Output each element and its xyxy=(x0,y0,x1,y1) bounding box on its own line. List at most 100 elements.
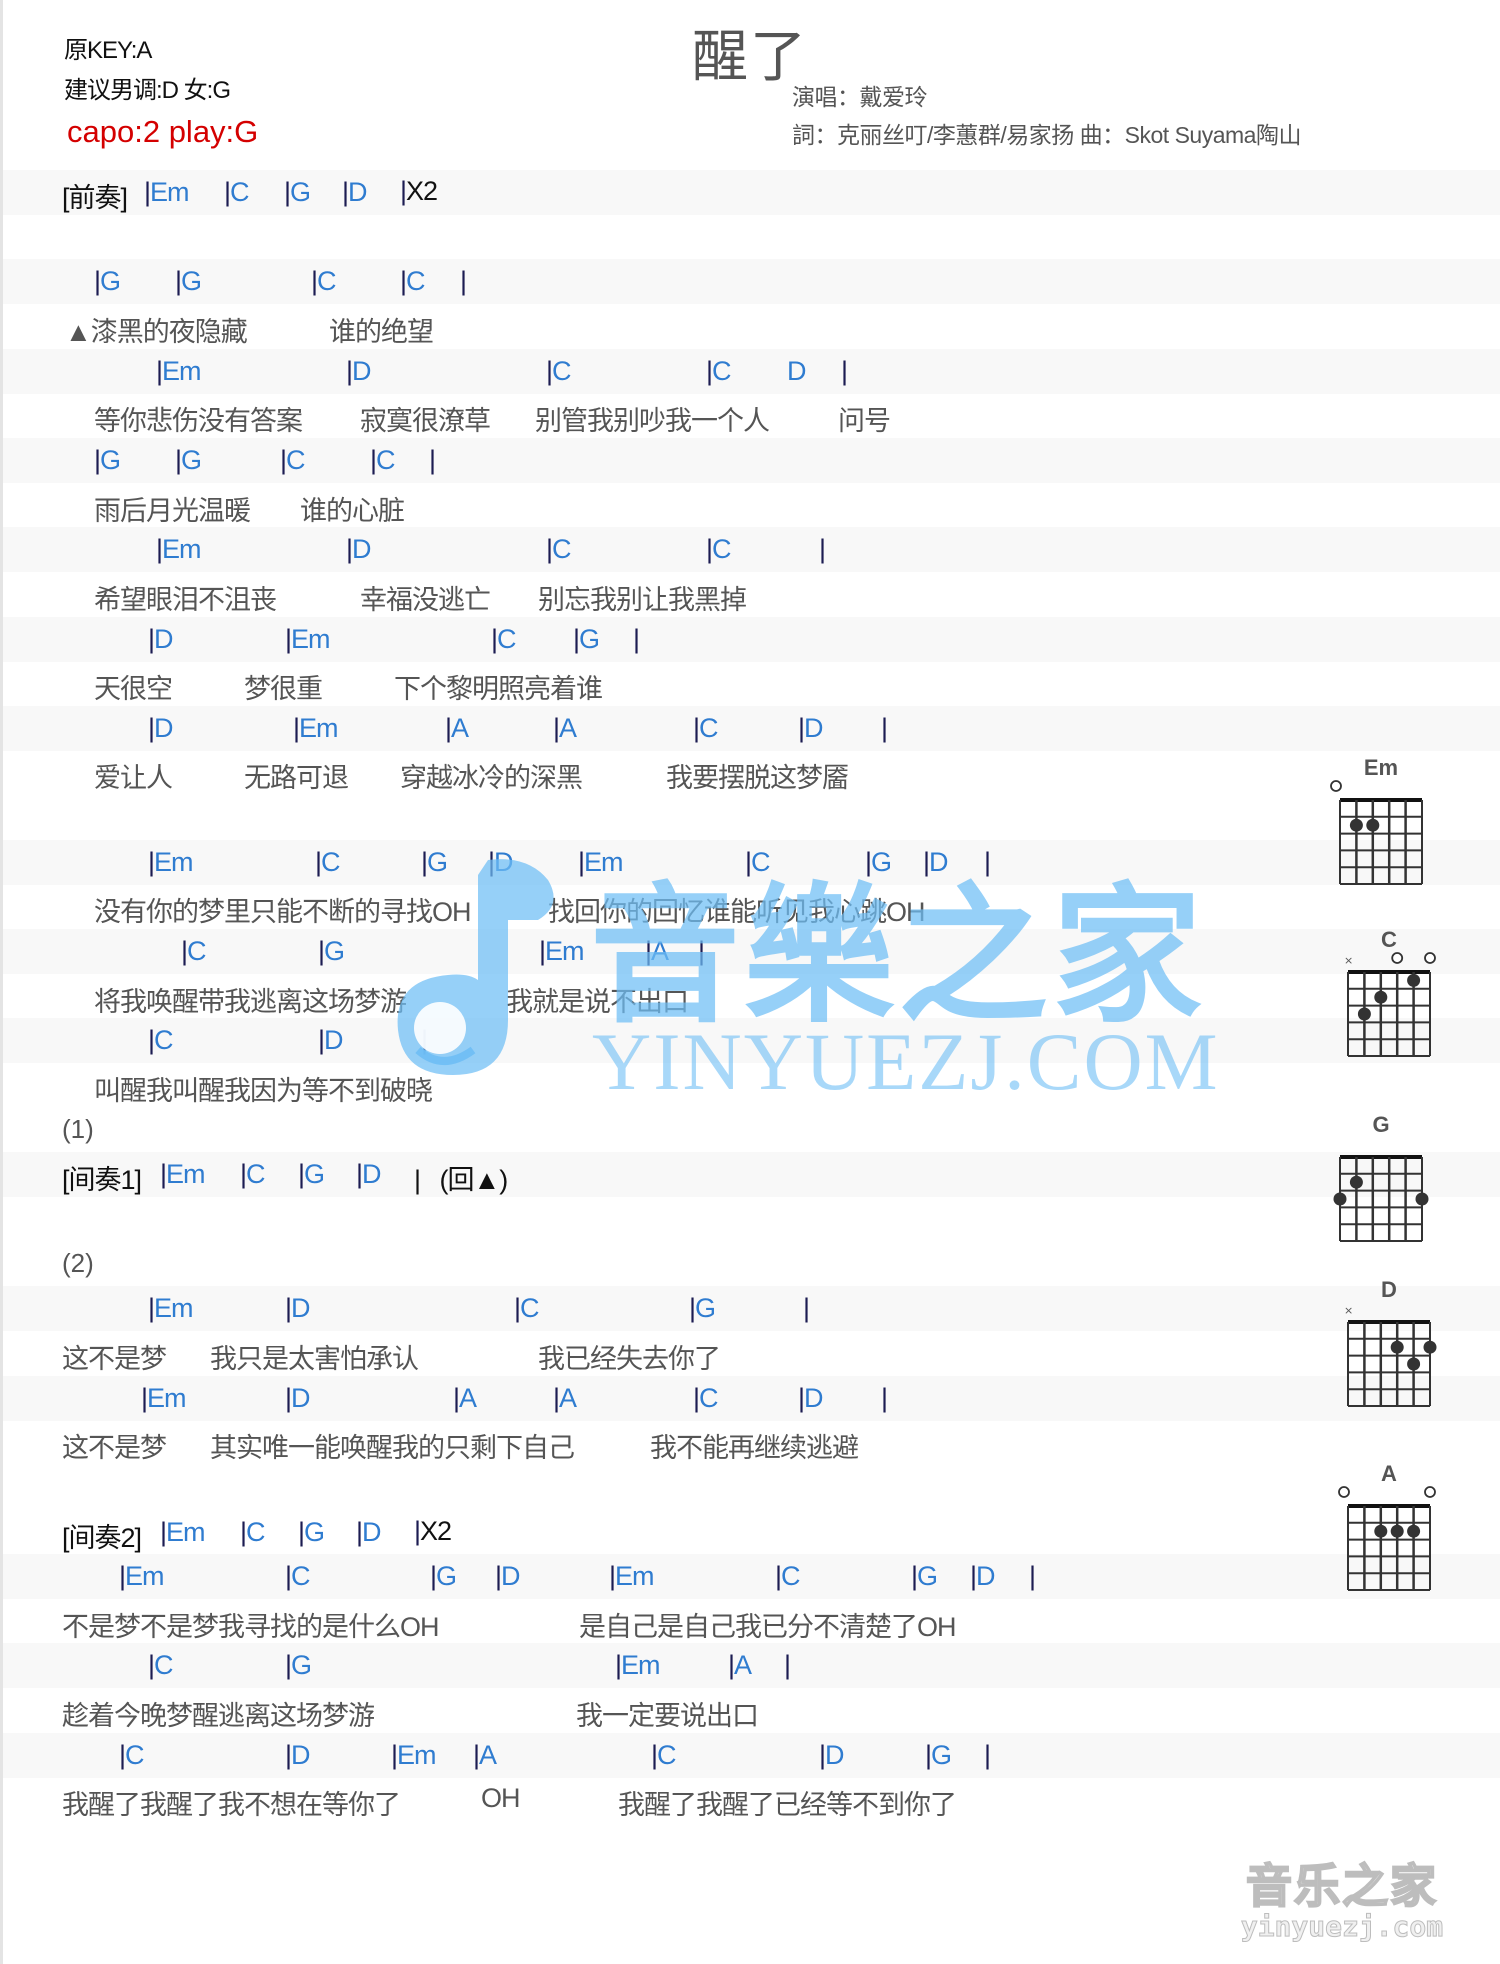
chord-d: |D xyxy=(342,177,367,208)
bar-line-end: | xyxy=(633,623,641,654)
finger-dot xyxy=(1374,990,1388,1004)
lyric-segment: 这不是梦 xyxy=(62,1343,167,1374)
bar-line-end: | xyxy=(803,1293,811,1324)
singer: 演唱：戴爱玲 xyxy=(792,84,928,110)
chord-d: |D xyxy=(346,534,371,565)
chord-name: A xyxy=(559,712,577,743)
chord-em: |Em xyxy=(160,1159,206,1190)
corner-logo: 音乐之家 yinyuezj.com xyxy=(1212,1850,1472,1944)
chord-name: Em xyxy=(299,712,338,743)
chord-name: C xyxy=(154,1025,173,1056)
chord-name: G xyxy=(436,1561,457,1592)
chord-a: |A xyxy=(445,713,469,744)
chord-name: C xyxy=(552,355,571,386)
chord-g: |G xyxy=(284,177,311,208)
finger-dot xyxy=(1333,1192,1347,1206)
lyric-segment: 谁的心脏 xyxy=(300,495,405,526)
finger-dot xyxy=(1349,1175,1363,1189)
chord-name: C xyxy=(552,534,571,565)
watermark-en: YINYUEZJ.COM xyxy=(592,1016,1220,1107)
chord-g: |G xyxy=(298,1159,325,1190)
chord-name: Em xyxy=(162,534,201,565)
chord-em: |Em xyxy=(285,623,331,655)
suggested-key: 建议男调:D 女:G xyxy=(64,77,231,104)
chord-c: |C xyxy=(240,1517,265,1548)
chord-em: |Em xyxy=(148,846,194,878)
lyric-segment: 梦很重 xyxy=(244,674,323,705)
bar-line-end: | xyxy=(429,444,437,475)
lyric-segment: 寂寞很潦草 xyxy=(360,406,491,437)
chord-name: Em xyxy=(615,1561,654,1592)
chord-a: |A xyxy=(453,1383,477,1414)
chord-d: |D xyxy=(798,1383,823,1414)
chord-g: |G xyxy=(94,266,121,297)
chord-name: Em xyxy=(291,623,330,654)
section-label: [间奏1] xyxy=(62,1165,142,1196)
chord-name: D xyxy=(494,846,513,877)
chord-name: D xyxy=(362,1159,381,1190)
bar-line-end: | xyxy=(460,266,468,297)
chord-em: |Em xyxy=(293,712,339,744)
chord-name: C xyxy=(497,623,516,654)
chord-em: |Em xyxy=(141,1383,187,1414)
chord-c: |C xyxy=(693,1383,718,1414)
chord-name: C xyxy=(781,1561,800,1592)
chord-g: |G xyxy=(689,1293,716,1324)
section-suffix: | (回▲) xyxy=(414,1158,508,1197)
lyric-segment: 幸福没逃亡 xyxy=(360,584,491,615)
chord-name: Em xyxy=(125,1561,164,1592)
chord-name: Em xyxy=(154,846,193,877)
chord-name: C xyxy=(230,177,249,207)
chord-c: |C xyxy=(148,1650,173,1681)
corner-logo-en: yinyuezj.com xyxy=(1240,1910,1444,1944)
chord-c: |C xyxy=(224,177,249,208)
original-key: 原KEY:A xyxy=(64,37,152,64)
bar-line-end: | xyxy=(881,712,889,743)
chord-c: |C xyxy=(546,534,571,565)
capo-info: capo:2 play:G xyxy=(67,114,259,149)
chord-d: |D xyxy=(285,1383,310,1414)
finger-dot xyxy=(1415,1192,1429,1206)
bar-line-end: | xyxy=(819,534,827,565)
finger-dot xyxy=(1366,818,1380,832)
chord-name: C xyxy=(376,444,395,475)
lyric-segment: 下个黎明照亮着谁 xyxy=(394,674,603,705)
chord-c: |C xyxy=(400,266,425,297)
chord-name: G xyxy=(100,266,121,297)
chord-c: |C xyxy=(285,1561,310,1592)
chord-name: D xyxy=(804,1382,823,1413)
chord-name: D xyxy=(352,355,371,386)
chord-name: C xyxy=(246,1159,265,1190)
chord-c: |C xyxy=(311,266,336,297)
finger-dot xyxy=(1390,1524,1404,1538)
chord-c: |C xyxy=(148,1025,173,1056)
lyric-segment: 穿越冰冷的深黑 xyxy=(400,763,583,794)
chord-d: |D xyxy=(495,1561,520,1592)
open-string-marker xyxy=(1338,1486,1350,1498)
chord-name: C xyxy=(657,1739,676,1770)
chord-c: |C xyxy=(370,445,395,476)
open-string-marker xyxy=(1424,1486,1436,1498)
chord-name: D xyxy=(804,712,823,743)
chord-c: |C xyxy=(775,1561,800,1592)
chord-name: A xyxy=(734,1650,752,1681)
lyric-segment: 趁着今晚梦醒逃离这场梦游 xyxy=(62,1701,375,1732)
chord-em: |Em xyxy=(391,1740,437,1771)
chord-em: |Em xyxy=(609,1561,655,1592)
chord-g: |G xyxy=(911,1561,938,1592)
open-string-marker xyxy=(1330,780,1342,792)
chord-name: G xyxy=(291,1650,312,1681)
chord-g: |G xyxy=(421,847,448,878)
chord-d: |D xyxy=(148,713,173,744)
chord-line: |D |Em |C |G | xyxy=(0,617,1320,662)
chord-name: Em xyxy=(621,1650,660,1681)
chord-name: D xyxy=(362,1516,381,1547)
chord-name: C xyxy=(291,1561,310,1592)
chord-name: Em xyxy=(150,177,189,207)
chord-name: G xyxy=(181,266,202,297)
section-line: [前奏] |Em |C |G |D |X2 xyxy=(0,170,1320,215)
muted-string-marker: × xyxy=(1344,954,1353,967)
chord-d: |D xyxy=(356,1517,381,1548)
